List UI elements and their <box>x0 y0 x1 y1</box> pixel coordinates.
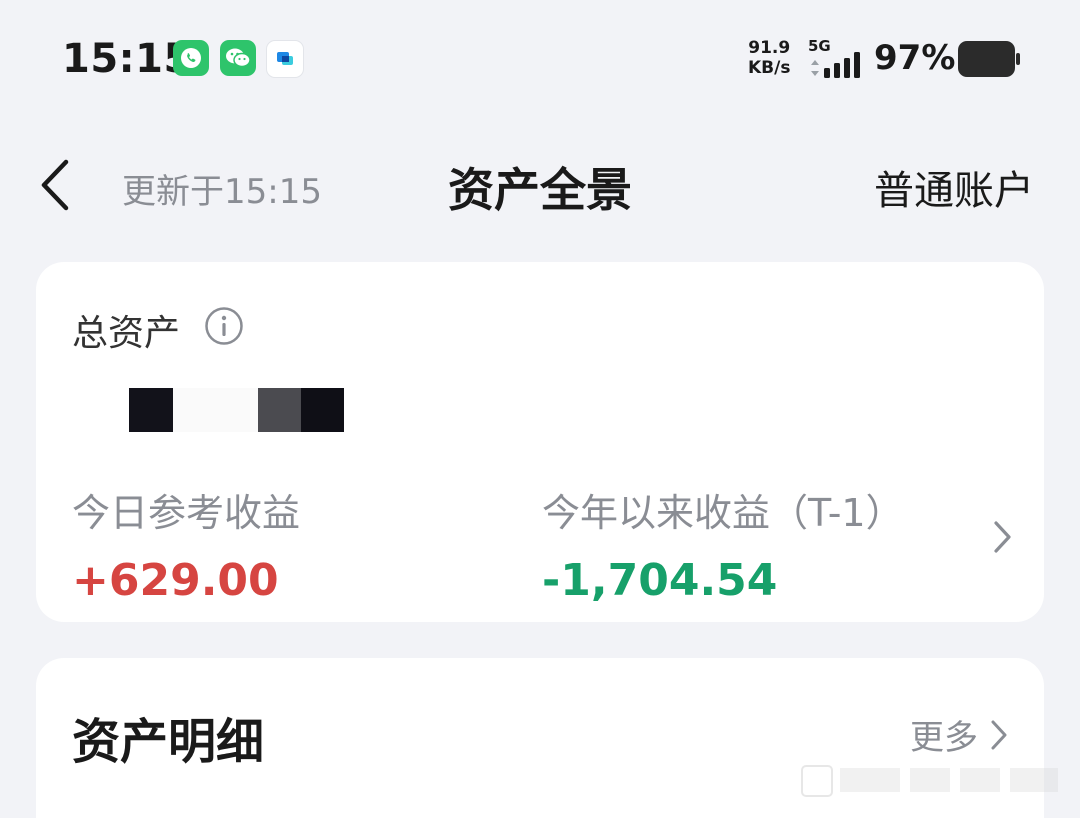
total-assets-value-masked <box>126 380 356 436</box>
total-assets-label: 总资产 <box>72 313 181 354</box>
mask-block <box>129 388 173 432</box>
data-transfer-icon <box>811 60 819 76</box>
info-icon[interactable] <box>204 306 244 346</box>
mask-block <box>301 388 344 432</box>
total-assets-card: 总资产 今日参考收益 +629.00 今年以来收益（T-1） -1,704.54 <box>36 262 1044 622</box>
asset-detail-title: 资产明细 <box>72 714 265 770</box>
wechat-icon <box>220 40 256 76</box>
network-speed-unit: KB/s <box>748 58 791 78</box>
more-button[interactable]: 更多 <box>910 710 1010 759</box>
today-profit-value: +629.00 <box>72 555 279 606</box>
year-profit[interactable]: 今年以来收益（T-1） -1,704.54 <box>542 482 904 606</box>
battery-icon <box>958 41 1020 77</box>
battery-percent: 97% <box>874 38 956 78</box>
chevron-right-icon[interactable] <box>988 517 1016 557</box>
year-profit-label: 今年以来收益（T-1） <box>542 491 904 535</box>
phone-call-icon <box>173 40 209 76</box>
status-bar: 15:15 91.9 KB/s 5G 97% <box>0 0 1080 115</box>
network-speed-value: 91.9 <box>748 38 791 58</box>
navigation-bar: 更新于15:15 资产全景 普通账户 <box>0 140 1080 230</box>
today-profit: 今日参考收益 +629.00 <box>72 482 300 606</box>
chevron-right-icon <box>991 720 1007 749</box>
more-label: 更多 <box>910 718 978 758</box>
message-app-icon <box>266 40 304 78</box>
network-speed: 91.9 KB/s <box>748 38 790 78</box>
watermark-logo <box>801 765 1058 797</box>
today-profit-label: 今日参考收益 <box>72 491 301 535</box>
page: 15:15 91.9 KB/s 5G 97% 更新于15:15 资产全景 普通账… <box>0 0 1080 818</box>
account-type-button[interactable]: 普通账户 <box>874 158 1034 216</box>
mask-block <box>258 388 301 432</box>
year-profit-value: -1,704.54 <box>542 555 778 606</box>
signal-strength-icon <box>824 52 860 78</box>
mask-block <box>173 388 258 432</box>
